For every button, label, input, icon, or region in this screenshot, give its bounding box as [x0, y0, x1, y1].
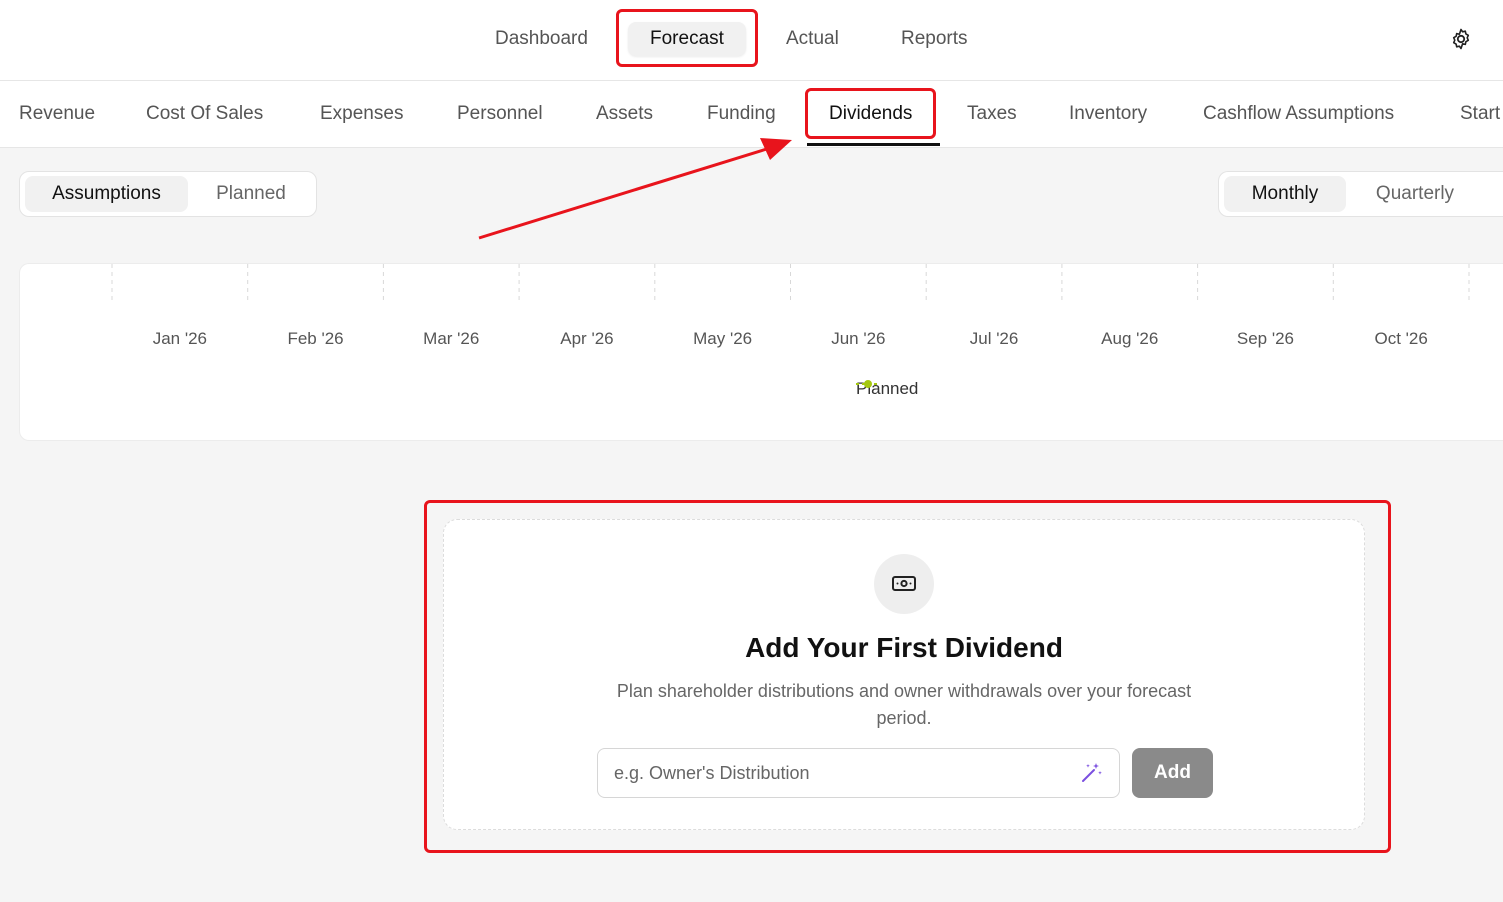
dividend-name-field — [597, 748, 1120, 798]
banknote-icon — [892, 576, 916, 591]
x-tick-label: Sep '26 — [1237, 329, 1294, 348]
x-tick-label: Jul '26 — [970, 329, 1019, 348]
nav-reports[interactable]: Reports — [901, 22, 968, 56]
toggle-planned[interactable]: Planned — [193, 176, 309, 212]
x-tick-label: Apr '26 — [560, 329, 613, 348]
x-tick-label: Mar '26 — [423, 329, 479, 348]
x-tick-label: May '26 — [693, 329, 752, 348]
toggle-assumptions[interactable]: Assumptions — [25, 176, 188, 212]
x-tick-label: Feb '26 — [287, 329, 343, 348]
tab-cashflow-assumptions[interactable]: Cashflow Assumptions — [1203, 101, 1394, 127]
tab-inventory[interactable]: Inventory — [1069, 101, 1147, 127]
chart-canvas: Jan '26 Feb '26 Mar '26 Apr '26 May '26 Jun '… — [111, 264, 1470, 348]
x-tick-label: Jan '26 — [153, 329, 207, 348]
dividends-chart: Jan '26 Feb '26 Mar '26 Apr '26 May '26 Jun '… — [19, 263, 1503, 441]
tab-cost-of-sales[interactable]: Cost Of Sales — [146, 101, 263, 127]
top-navigation: Dashboard Forecast Actual Reports — [0, 0, 1503, 81]
nav-forecast[interactable]: Forecast — [628, 22, 746, 56]
add-dividend-button[interactable]: Add — [1132, 748, 1213, 798]
gear-icon[interactable] — [1449, 27, 1473, 51]
forecast-subtabs: Revenue Cost Of Sales Expenses Personnel… — [0, 81, 1503, 148]
empty-state-description: Plan shareholder distributions and owner… — [616, 681, 1192, 728]
tab-dividends[interactable]: Dividends — [829, 101, 912, 127]
empty-state-icon — [874, 554, 934, 614]
empty-state-card: Add Your First Dividend Plan shareholder… — [443, 519, 1365, 830]
tab-personnel[interactable]: Personnel — [457, 101, 543, 127]
nav-actual[interactable]: Actual — [786, 22, 839, 56]
empty-state-title: Add Your First Dividend — [745, 632, 1063, 663]
tab-taxes[interactable]: Taxes — [967, 101, 1017, 127]
legend-line-dot-icon — [856, 380, 880, 388]
toggle-quarterly[interactable]: Quarterly — [1354, 176, 1476, 212]
toggle-monthly[interactable]: Monthly — [1224, 176, 1346, 212]
period-toggle: Monthly Quarterly — [1218, 171, 1503, 217]
magic-wand-icon[interactable] — [1079, 761, 1103, 785]
x-tick-label: Jun '26 — [831, 329, 885, 348]
tab-funding[interactable]: Funding — [707, 101, 776, 127]
x-tick-label: Aug '26 — [1101, 329, 1158, 348]
x-tick-label: Oct '26 — [1374, 329, 1427, 348]
view-toggle: Assumptions Planned — [19, 171, 317, 217]
nav-dashboard[interactable]: Dashboard — [495, 22, 588, 56]
dividend-name-input[interactable] — [598, 749, 1090, 797]
tab-expenses[interactable]: Expenses — [320, 101, 403, 127]
tab-start[interactable]: Start — [1460, 101, 1500, 127]
active-tab-underline — [807, 143, 940, 146]
tab-revenue[interactable]: Revenue — [19, 101, 95, 127]
tab-assets[interactable]: Assets — [596, 101, 653, 127]
chart-legend-planned[interactable]: Planned — [856, 378, 918, 400]
